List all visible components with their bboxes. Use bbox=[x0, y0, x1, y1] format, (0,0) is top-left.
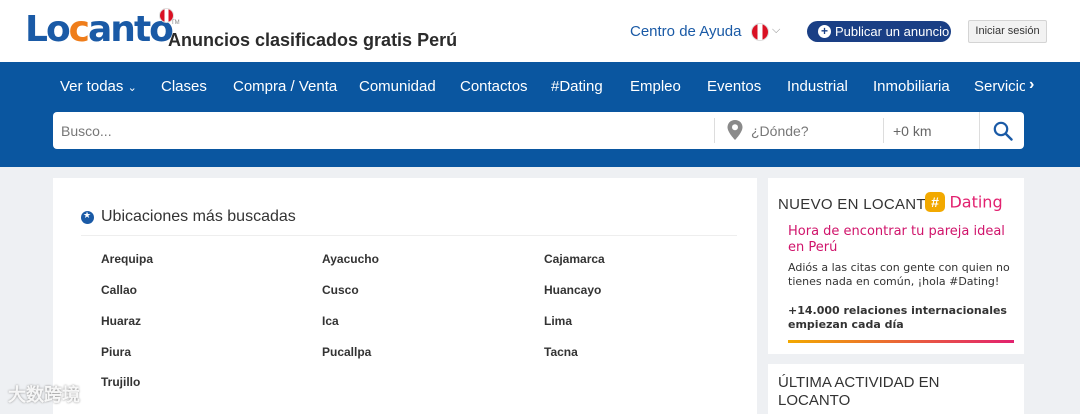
dating-promo-card[interactable]: NUEVO EN LOCANTO # Dating Hora de encont… bbox=[768, 178, 1024, 354]
nav-item-empleo[interactable]: Empleo bbox=[630, 78, 681, 95]
city-link-trujillo[interactable]: Trujillo bbox=[101, 375, 140, 389]
radius-select[interactable]: +0 km bbox=[893, 123, 932, 139]
top-locations-card: Ubicaciones más buscadas Arequipa Ayacuc… bbox=[53, 178, 757, 414]
city-link-tacna[interactable]: Tacna bbox=[544, 345, 578, 359]
activity-title: ÚLTIMA ACTIVIDAD EN LOCANTO bbox=[778, 374, 940, 409]
promo-gradient-bar bbox=[788, 340, 1014, 343]
city-link-lima[interactable]: Lima bbox=[544, 314, 572, 328]
logo-wordmark: Locanto bbox=[25, 9, 174, 50]
chevron-right-icon[interactable]: › bbox=[1029, 76, 1034, 94]
locanto-logo[interactable]: Locanto TM bbox=[25, 8, 180, 52]
publish-ad-label: Publicar un anuncio bbox=[835, 24, 950, 39]
nav-item-servicios[interactable]: Servicios bbox=[974, 78, 1025, 95]
city-link-arequipa[interactable]: Arequipa bbox=[101, 252, 153, 266]
nav-item-eventos[interactable]: Eventos bbox=[707, 78, 761, 95]
dating-logo-word: Dating bbox=[949, 192, 1003, 212]
location-input[interactable] bbox=[751, 112, 881, 149]
city-link-cajamarca[interactable]: Cajamarca bbox=[544, 252, 605, 266]
nav-item-inmobiliaria[interactable]: Inmobiliaria bbox=[873, 78, 950, 95]
nav-item-dating[interactable]: #Dating bbox=[551, 78, 603, 95]
promo-headline: Hora de encontrar tu pareja ideal en Per… bbox=[788, 224, 1005, 255]
section-header: Ubicaciones más buscadas bbox=[81, 208, 296, 226]
section-title: Ubicaciones más buscadas bbox=[101, 208, 296, 225]
city-link-piura[interactable]: Piura bbox=[101, 345, 131, 359]
dating-hash-icon: # bbox=[925, 192, 945, 212]
city-link-huancayo[interactable]: Huancayo bbox=[544, 283, 601, 297]
latest-activity-card: ÚLTIMA ACTIVIDAD EN LOCANTO bbox=[768, 364, 1024, 414]
category-nav: Ver todas ⌄ Clases Compra / Venta Comuni… bbox=[0, 62, 1080, 167]
nav-item-industrial[interactable]: Industrial bbox=[787, 78, 848, 95]
promo-label: NUEVO EN LOCANTO bbox=[778, 196, 938, 213]
search-input[interactable] bbox=[53, 112, 713, 149]
city-link-cusco[interactable]: Cusco bbox=[322, 283, 359, 297]
promo-description: Adiós a las citas con gente con quien no… bbox=[788, 261, 1010, 288]
watermark: 大数跨境 bbox=[8, 385, 80, 405]
city-link-huaraz[interactable]: Huaraz bbox=[101, 314, 141, 328]
divider bbox=[714, 118, 715, 143]
dating-logo: # Dating bbox=[925, 192, 1003, 212]
login-button[interactable]: Iniciar sesión bbox=[968, 20, 1047, 43]
publish-ad-button[interactable]: + Publicar un anuncio bbox=[807, 21, 951, 42]
search-button[interactable] bbox=[979, 112, 1024, 149]
chevron-down-icon: ⌄ bbox=[127, 82, 137, 94]
plus-icon: + bbox=[818, 25, 831, 38]
nav-item-compra-venta[interactable]: Compra / Venta bbox=[233, 78, 337, 95]
location-pin-icon bbox=[727, 120, 743, 140]
divider bbox=[81, 235, 737, 236]
city-link-callao[interactable]: Callao bbox=[101, 283, 137, 297]
city-link-ica[interactable]: Ica bbox=[322, 314, 339, 328]
peru-flag-icon bbox=[159, 8, 174, 23]
search-bar: +0 km bbox=[53, 112, 1024, 149]
help-center-link[interactable]: Centro de Ayuda bbox=[630, 23, 741, 40]
nav-item-comunidad[interactable]: Comunidad bbox=[359, 78, 436, 95]
nav-item-clases[interactable]: Clases bbox=[161, 78, 207, 95]
site-header: Locanto TM Anuncios clasificados gratis … bbox=[0, 0, 1080, 62]
city-link-pucallpa[interactable]: Pucallpa bbox=[322, 345, 371, 359]
site-title: Anuncios clasificados gratis Perú bbox=[168, 30, 458, 50]
search-icon bbox=[993, 121, 1013, 141]
nav-item-ver-todas[interactable]: Ver todas ⌄ bbox=[60, 78, 137, 95]
city-link-ayacucho[interactable]: Ayacucho bbox=[322, 252, 379, 266]
trademark-mark: TM bbox=[171, 20, 180, 26]
language-flag-icon[interactable] bbox=[751, 23, 769, 41]
nav-item-contactos[interactable]: Contactos bbox=[460, 78, 528, 95]
chevron-down-icon[interactable]: ⌵ bbox=[772, 24, 780, 37]
star-icon bbox=[81, 210, 94, 224]
divider bbox=[883, 118, 884, 143]
promo-stats: +14.000 relaciones internacionales empie… bbox=[788, 304, 1007, 331]
